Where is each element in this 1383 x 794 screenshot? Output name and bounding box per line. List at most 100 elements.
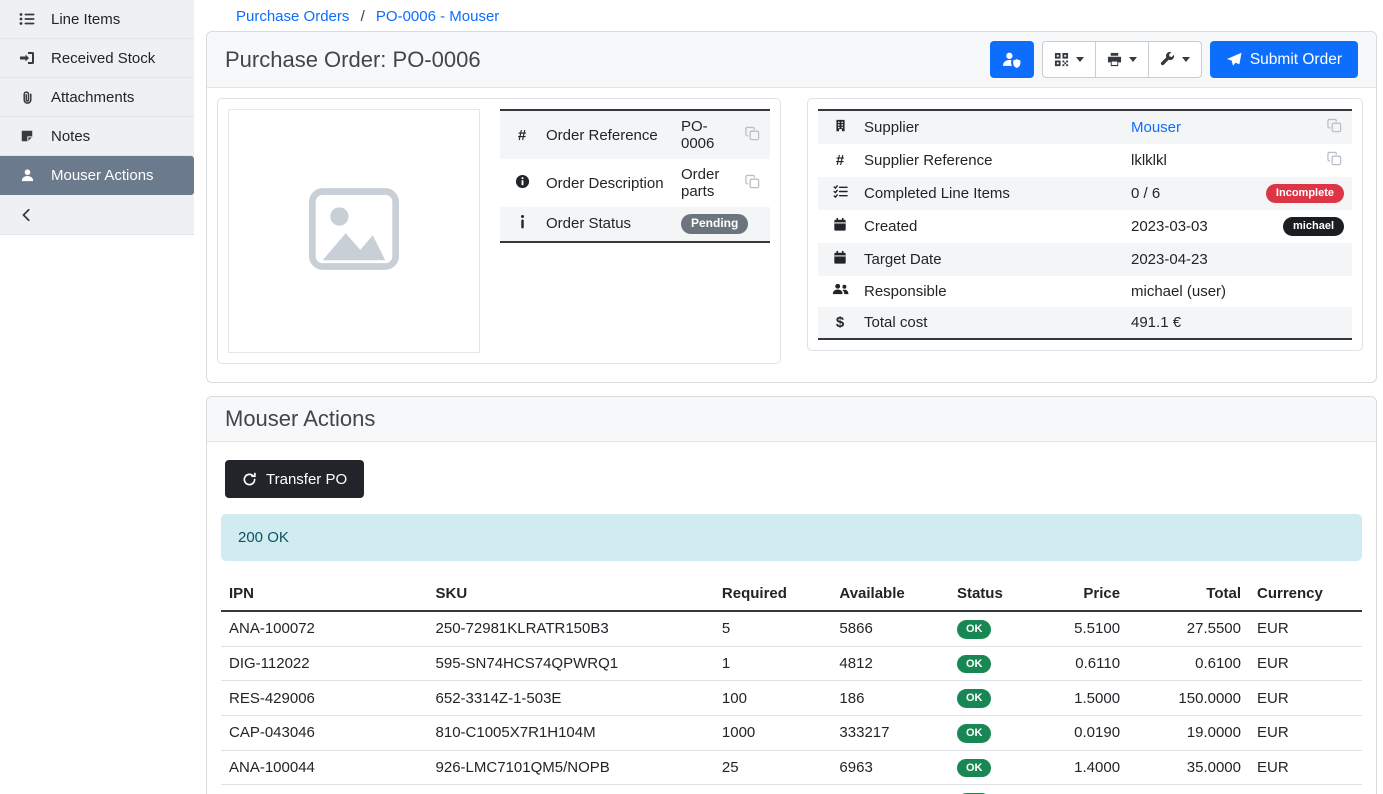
page-title: Purchase Order: PO-0006 [225, 47, 481, 73]
cell-status: OK [949, 646, 1048, 681]
order-details-table: # Order Reference PO-0006 Order Descript… [500, 109, 770, 243]
order-image-placeholder [228, 109, 480, 353]
mouser-actions-panel-header: Mouser Actions [207, 397, 1376, 442]
col-total: Total [1128, 577, 1249, 611]
cell-required: 1000 [714, 715, 832, 750]
users-icon [832, 283, 849, 296]
col-price: Price [1048, 577, 1128, 611]
sidebar-item-notes[interactable]: Notes [0, 117, 194, 156]
user-icon [17, 168, 37, 183]
cell-sku: 250-72981KLRATR150B3 [428, 611, 714, 646]
printer-icon [1107, 52, 1122, 67]
supplier-row: Supplier Mouser [818, 110, 1352, 144]
info-circle-icon [515, 174, 530, 189]
detail-value: 2023-04-23 [1123, 243, 1352, 276]
cell-total: 268.8400 [1128, 785, 1249, 794]
detail-value: PO-0006 [673, 110, 742, 159]
cell-status: OK [949, 785, 1048, 794]
detail-label: Target Date [856, 243, 1123, 276]
breadcrumb-link-current-order[interactable]: PO-0006 - Mouser [376, 8, 499, 25]
mouser-actions-panel-body: Transfer PO 200 OK IPN SKU Required Avai… [207, 442, 1376, 794]
supplier-details-card: Supplier Mouser # Supplier Reference lkl… [807, 98, 1363, 351]
list-check-icon [833, 184, 848, 199]
order-actions-menu-button[interactable] [1148, 41, 1202, 78]
order-status-badge: Pending [681, 214, 748, 234]
detail-label: Completed Line Items [856, 177, 1123, 210]
cell-total: 27.5500 [1128, 611, 1249, 646]
cell-ipn: ANA-100072 [221, 611, 428, 646]
detail-value: Order parts [673, 159, 742, 207]
cell-total: 19.0000 [1128, 715, 1249, 750]
copy-icon[interactable] [745, 174, 760, 189]
ok-badge: OK [957, 620, 992, 639]
chevron-left-icon [17, 208, 37, 222]
breadcrumb: Purchase Orders / PO-0006 - Mouser [206, 0, 1377, 31]
ok-badge: OK [957, 689, 992, 708]
status-alert: 200 OK [221, 514, 1362, 561]
submit-order-button[interactable]: Submit Order [1210, 41, 1358, 78]
cell-available: 333217 [831, 715, 949, 750]
user-shield-button[interactable] [990, 41, 1034, 78]
copy-icon[interactable] [745, 126, 760, 141]
transfer-po-button[interactable]: Transfer PO [225, 460, 364, 498]
caret-down-icon [1076, 57, 1084, 62]
detail-value: michael (user) [1123, 276, 1352, 307]
table-row: RES-429006 652-3314Z-1-503E 100 186 OK 1… [221, 681, 1362, 716]
transfer-po-label: Transfer PO [266, 471, 347, 488]
table-row: SWT-200005 611-110.107.011/0205 47 47 OK… [221, 785, 1362, 794]
cell-required: 1 [714, 646, 832, 681]
detail-label: Supplier [856, 110, 1123, 144]
copy-icon[interactable] [1327, 151, 1342, 166]
cell-required: 5 [714, 611, 832, 646]
copy-icon[interactable] [1327, 118, 1342, 133]
user-shield-icon [1002, 51, 1021, 68]
purchase-order-panel-body: # Order Reference PO-0006 Order Descript… [207, 88, 1376, 382]
sidebar-item-label: Attachments [51, 89, 134, 106]
cell-available: 4812 [831, 646, 949, 681]
sidebar-item-mouser-actions[interactable]: Mouser Actions [0, 156, 194, 195]
cell-sku: 595-SN74HCS74QPWRQ1 [428, 646, 714, 681]
results-header-row: IPN SKU Required Available Status Price … [221, 577, 1362, 611]
cell-currency: EUR [1249, 785, 1362, 794]
sign-in-icon [17, 50, 37, 66]
cell-currency: EUR [1249, 611, 1362, 646]
building-icon [834, 118, 847, 133]
cell-status: OK [949, 681, 1048, 716]
ok-badge: OK [957, 759, 992, 778]
sidebar-item-received-stock[interactable]: Received Stock [0, 39, 194, 78]
purchase-order-panel-header: Purchase Order: PO-0006 [207, 32, 1376, 88]
hash-icon: # [518, 127, 526, 144]
sidebar-item-line-items[interactable]: Line Items [0, 0, 194, 39]
sidebar-item-label: Line Items [51, 11, 120, 28]
cell-required: 25 [714, 750, 832, 785]
cell-price: 1.5000 [1048, 681, 1128, 716]
image-icon [304, 179, 404, 283]
target-date-row: Target Date 2023-04-23 [818, 243, 1352, 276]
print-menu-button[interactable] [1095, 41, 1149, 78]
supplier-link[interactable]: Mouser [1131, 119, 1181, 136]
cell-currency: EUR [1249, 715, 1362, 750]
cell-sku: 611-110.107.011/0205 [428, 785, 714, 794]
barcode-menu-button[interactable] [1042, 41, 1096, 78]
col-sku: SKU [428, 577, 714, 611]
cell-ipn: CAP-043046 [221, 715, 428, 750]
cell-available: 186 [831, 681, 949, 716]
detail-value: 2023-03-03 [1131, 218, 1208, 235]
order-reference-row: # Order Reference PO-0006 [500, 110, 770, 159]
incomplete-badge: Incomplete [1266, 184, 1344, 203]
list-icon [17, 11, 37, 27]
cell-available: 6963 [831, 750, 949, 785]
cell-ipn: DIG-112022 [221, 646, 428, 681]
col-required: Required [714, 577, 832, 611]
order-details-card: # Order Reference PO-0006 Order Descript… [217, 98, 781, 364]
sidebar-collapse-button[interactable] [0, 195, 194, 235]
detail-label: Responsible [856, 276, 1123, 307]
rotate-icon [242, 472, 257, 487]
sidebar-item-attachments[interactable]: Attachments [0, 78, 194, 117]
cell-price: 5.7200 [1048, 785, 1128, 794]
cell-available: 5866 [831, 611, 949, 646]
dollar-icon: $ [836, 314, 844, 331]
tools-icon [1160, 52, 1175, 67]
main-content: Purchase Orders / PO-0006 - Mouser Purch… [194, 0, 1383, 794]
breadcrumb-link-purchase-orders[interactable]: Purchase Orders [236, 8, 349, 25]
